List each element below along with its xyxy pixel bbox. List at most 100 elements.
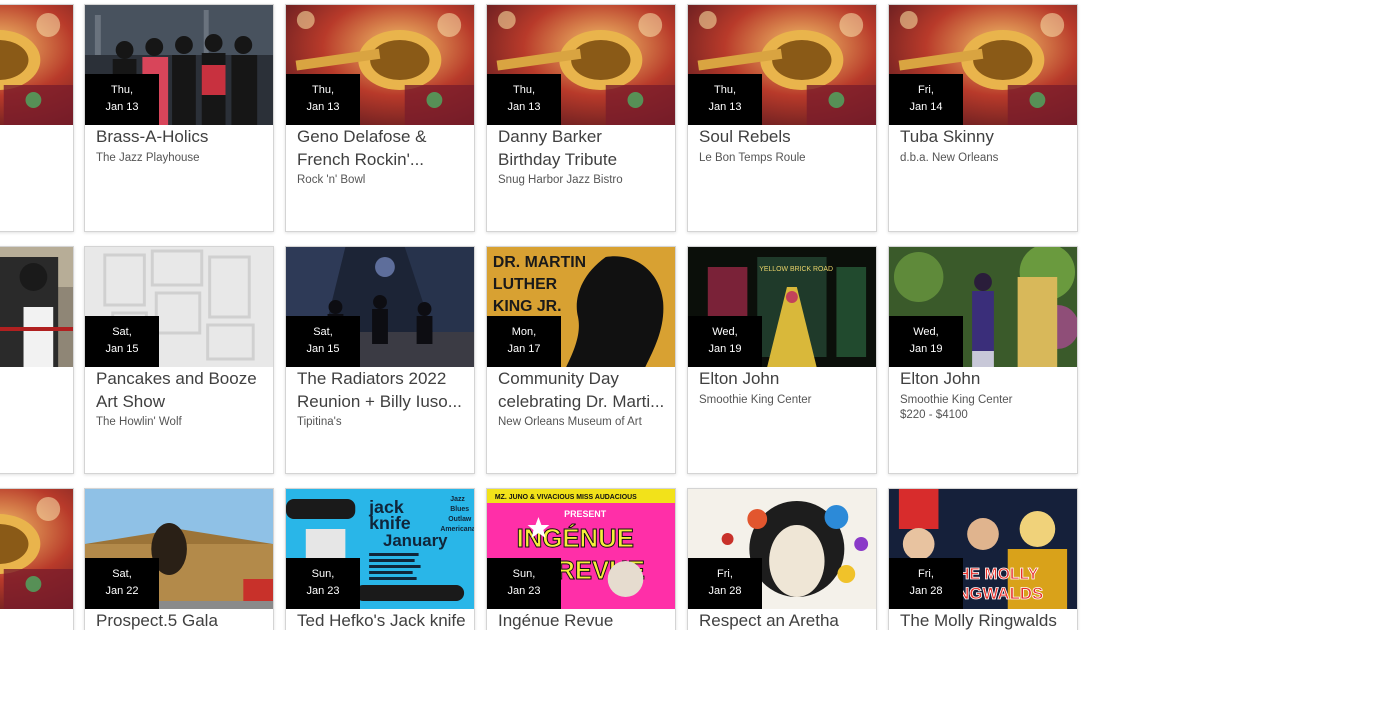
svg-text:Blues: Blues <box>450 506 469 513</box>
event-title[interactable]: Elton John <box>699 368 868 391</box>
event-title[interactable]: ott and <box>0 610 65 630</box>
event-title[interactable]: Ted Hefko's Jack knife <box>297 610 466 630</box>
event-date: Jan 17 <box>507 343 541 355</box>
event-info: Ingénue Revue <box>498 610 667 630</box>
event-venue: Le Bon Temps Roule <box>699 151 806 164</box>
event-card[interactable]: Fri, Jan 14 Tuba Skinny d.b.a. New Orleans <box>888 4 1078 232</box>
event-image[interactable] <box>0 5 73 125</box>
event-title[interactable]: Elton John <box>900 368 1069 391</box>
event-day: Thu, <box>713 84 736 96</box>
event-day: Wed, <box>913 326 939 338</box>
event-info: Soul Rebels Le Bon Temps Roule <box>699 126 868 166</box>
svg-text:Outlaw: Outlaw <box>448 516 472 523</box>
svg-text:PRESENT: PRESENT <box>564 509 607 519</box>
event-date-badge: Thu, Jan 13 <box>85 74 159 125</box>
event-info: ott and <box>0 610 65 630</box>
event-info: ights lew Orleans <box>0 368 65 408</box>
event-day: Sat, <box>112 568 132 580</box>
event-info: Pancakes and Booze Art Show The Howlin' W… <box>96 368 265 430</box>
event-date-badge: Fri, Jan 28 <box>688 558 762 609</box>
event-venue: Smoothie King Center <box>900 393 1013 406</box>
event-info: The Radiators 2022 Reunion + Billy Iuso.… <box>297 368 466 430</box>
event-info: Ted Hefko's Jack knife <box>297 610 466 630</box>
svg-text:DR. MARTIN: DR. MARTIN <box>493 254 586 271</box>
event-date: Jan 28 <box>909 585 943 597</box>
event-info: Danny Barker Birthday Tribute Snug Harbor… <box>498 126 667 188</box>
event-card[interactable]: Thu, Jan 13 Soul Rebels Le Bon Temps Roule <box>687 4 877 232</box>
event-card[interactable]: Sat, Jan 15 The Radiators 2022 Reunion + B… <box>285 246 475 474</box>
svg-text:MZ. JUNO & VIVACIOUS MISS AUDA: MZ. JUNO & VIVACIOUS MISS AUDACIOUS <box>495 494 637 501</box>
svg-text:YELLOW BRICK ROAD: YELLOW BRICK ROAD <box>759 266 833 273</box>
event-date-badge: Sun, Jan 23 <box>286 558 360 609</box>
event-day: Sun, <box>311 568 335 580</box>
event-date: Jan 19 <box>909 343 943 355</box>
event-card[interactable]: Sat, Jan 15 Pancakes and Booze Art Show The… <box>84 246 274 474</box>
event-date-badge: Sun, Jan 23 <box>487 558 561 609</box>
event-date-badge: Wed, Jan 19 <box>889 316 963 367</box>
event-card[interactable]: Sat, Jan 22 Prospect.5 Gala <box>84 488 274 630</box>
event-title[interactable]: Ingénue Revue <box>498 610 667 630</box>
events-grid: Thu, Jan 13 Brass-A-Holics The Jazz Playhou… <box>0 0 1383 630</box>
event-title[interactable]: Geno Delafose & French Rockin'... <box>297 126 466 171</box>
event-title[interactable]: Soul Rebels <box>699 126 868 149</box>
event-card[interactable]: Thu, Jan 13 Danny Barker Birthday Tribute S… <box>486 4 676 232</box>
event-image[interactable] <box>0 489 73 609</box>
event-venue: Snug Harbor Jazz Bistro <box>498 174 623 186</box>
event-date-badge: Sat, Jan 15 <box>85 316 159 367</box>
event-image[interactable] <box>0 247 73 367</box>
event-info: Brass-A-Holics The Jazz Playhouse <box>96 126 265 166</box>
event-card[interactable]: DR. MARTIN LUTHER KING JR. Mon, Jan 17 Com… <box>486 246 676 474</box>
event-title[interactable]: Tuba Skinny <box>900 126 1069 149</box>
event-card[interactable] <box>0 4 74 232</box>
event-date: Jan 13 <box>507 101 541 113</box>
event-title[interactable]: Pancakes and Booze Art Show <box>96 368 265 413</box>
event-info: Respect an Aretha <box>699 610 868 630</box>
event-day: Fri, <box>918 568 934 580</box>
event-title[interactable]: Prospect.5 Gala <box>96 610 265 630</box>
event-info: Community Day celebrating Dr. Marti... Ne… <box>498 368 667 430</box>
event-card[interactable]: ott and <box>0 488 74 630</box>
event-price: $220 - $4100 <box>900 408 968 421</box>
event-info: Elton John Smoothie King Center $220 - $41… <box>900 368 1069 423</box>
svg-text:LUTHER: LUTHER <box>493 276 558 293</box>
event-date: Jan 15 <box>306 343 340 355</box>
event-title[interactable]: ights <box>0 368 65 391</box>
event-date: Jan 19 <box>708 343 742 355</box>
event-title[interactable]: Danny Barker Birthday Tribute <box>498 126 667 171</box>
event-card[interactable]: ights lew Orleans <box>0 246 74 474</box>
event-day: Sat, <box>112 326 132 338</box>
event-date: Jan 28 <box>708 585 742 597</box>
event-date-badge: Wed, Jan 19 <box>688 316 762 367</box>
event-card[interactable]: Thu, Jan 13 Brass-A-Holics The Jazz Playhou… <box>84 4 274 232</box>
event-title[interactable]: Brass-A-Holics <box>96 126 265 149</box>
event-date-badge: Fri, Jan 14 <box>889 74 963 125</box>
event-date: Jan 13 <box>708 101 742 113</box>
event-card[interactable]: MZ. JUNO & VIVACIOUS MISS AUDACIOUS PRES… <box>486 488 676 630</box>
event-title[interactable]: Community Day celebrating Dr. Marti... <box>498 368 667 413</box>
event-card[interactable]: Thu, Jan 13 Geno Delafose & French Rockin'… <box>285 4 475 232</box>
event-card[interactable]: Wed, Jan 19 Elton John Smoothie King Center… <box>888 246 1078 474</box>
event-venue: Rock 'n' Bowl <box>297 174 366 186</box>
event-day: Sat, <box>313 326 333 338</box>
event-day: Wed, <box>712 326 738 338</box>
event-venue: The Howlin' Wolf <box>96 416 182 428</box>
event-day: Fri, <box>717 568 733 580</box>
event-date: Jan 14 <box>909 101 943 113</box>
event-title[interactable]: Respect an Aretha <box>699 610 868 630</box>
event-title[interactable]: The Radiators 2022 Reunion + Billy Iuso.… <box>297 368 466 413</box>
event-info: Tuba Skinny d.b.a. New Orleans <box>900 126 1069 166</box>
event-date-badge: Sat, Jan 22 <box>85 558 159 609</box>
event-card[interactable]: jack knife January Jazz Blues Outlaw Ame… <box>285 488 475 630</box>
event-venue: lew Orleans <box>0 393 65 408</box>
event-card[interactable]: YELLOW BRICK ROAD Wed, Jan 19 Elton John Sm… <box>687 246 877 474</box>
event-venue: d.b.a. New Orleans <box>900 151 999 164</box>
event-card[interactable]: THE MOLLY RINGWALDS Fri, Jan 28 The Molly … <box>888 488 1078 630</box>
event-card[interactable]: Fri, Jan 28 Respect an Aretha <box>687 488 877 630</box>
event-date: Jan 23 <box>507 585 541 597</box>
event-date-badge: Thu, Jan 13 <box>487 74 561 125</box>
event-title[interactable]: The Molly Ringwalds <box>900 610 1069 630</box>
event-day: Sun, <box>512 568 536 580</box>
event-date: Jan 13 <box>105 101 139 113</box>
event-day: Mon, <box>511 326 537 338</box>
event-info: Elton John Smoothie King Center <box>699 368 868 408</box>
